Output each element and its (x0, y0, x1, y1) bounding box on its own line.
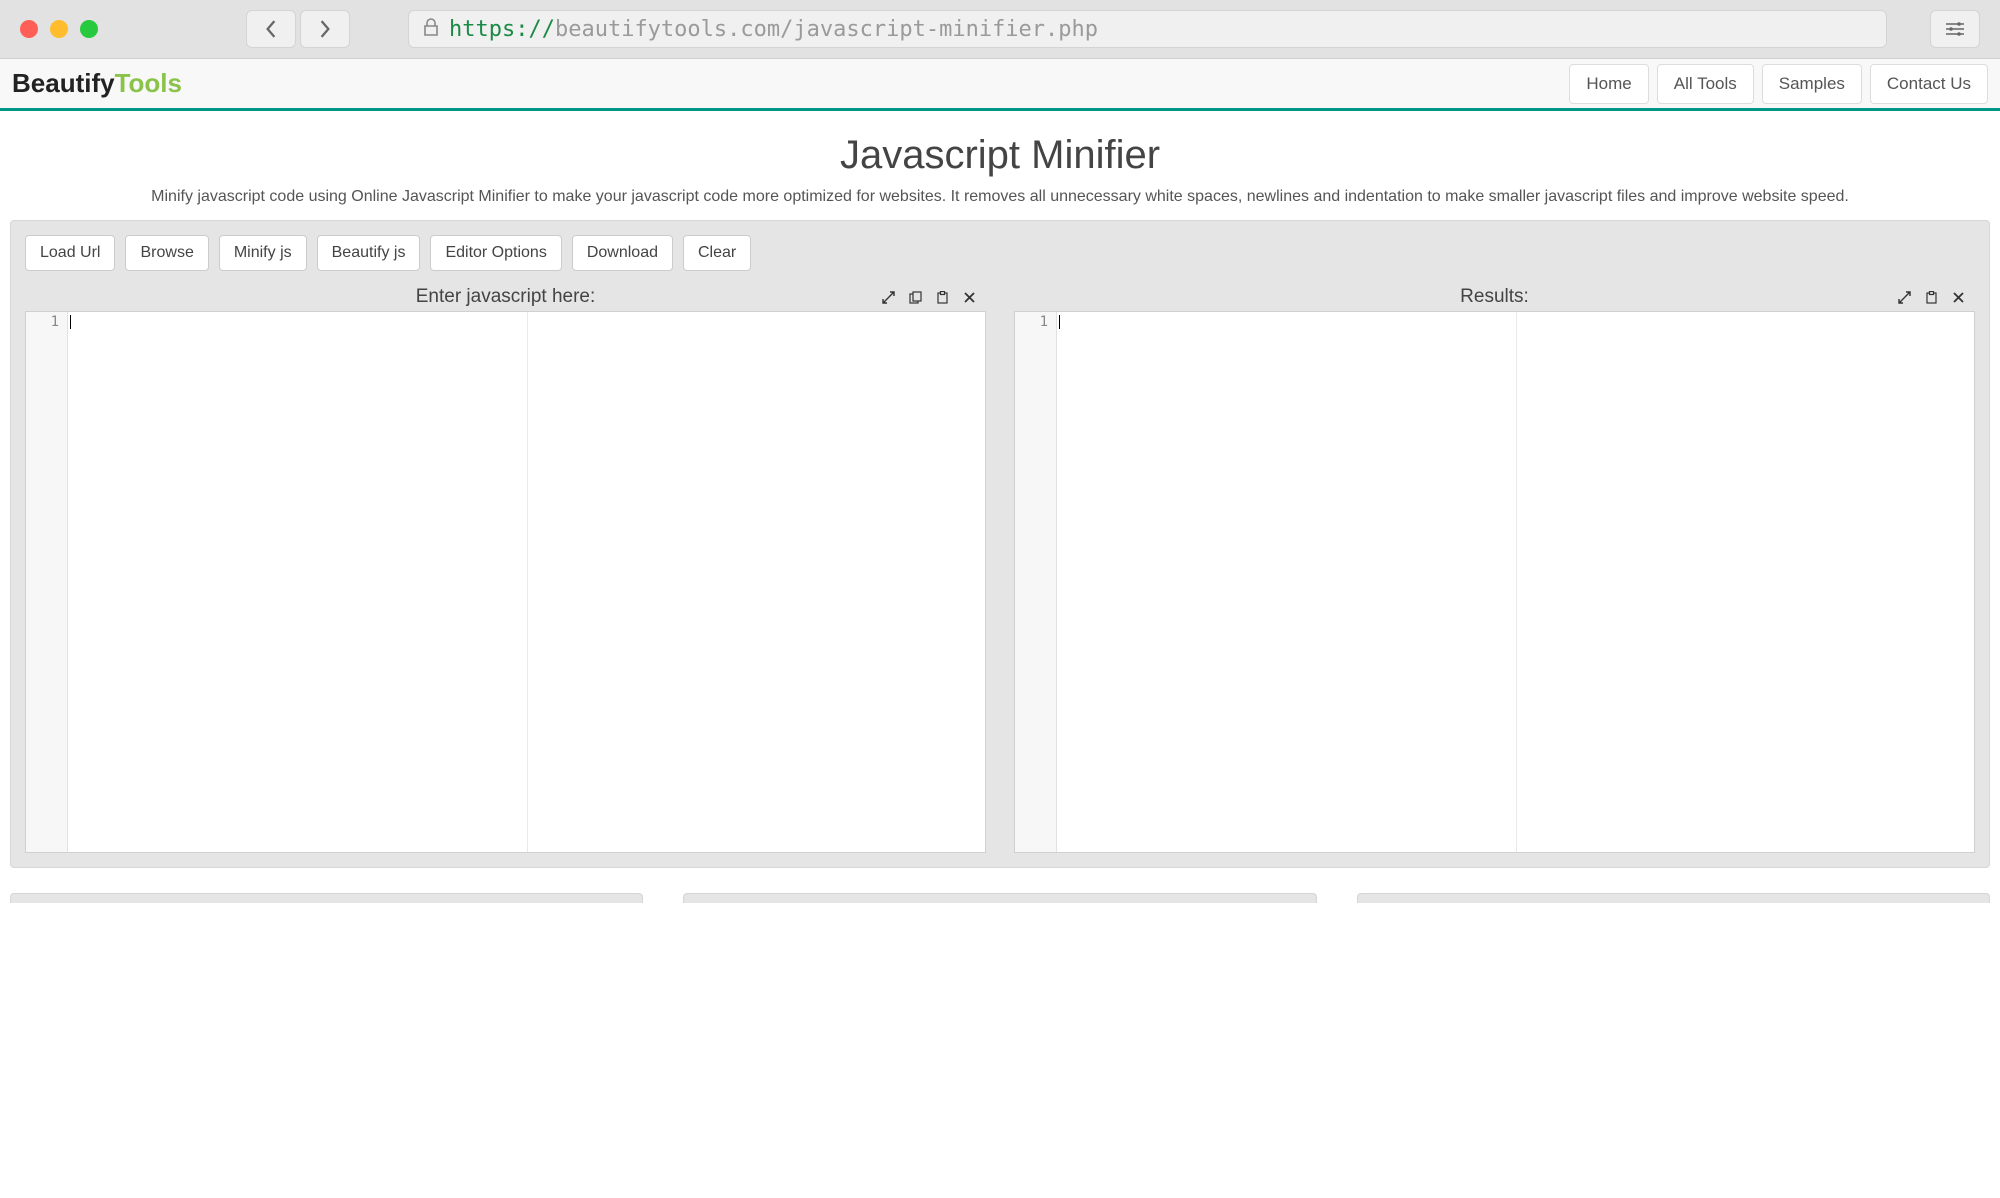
page-description: Minify javascript code using Online Java… (0, 188, 2000, 206)
output-pane: Results: 1 (1014, 283, 1975, 853)
url-text: https://beautifytools.com/javascript-min… (449, 17, 1098, 42)
line-number: 1 (26, 314, 59, 330)
url-path: /javascript-minifier.php (780, 17, 1098, 42)
input-code-area[interactable] (68, 312, 985, 852)
expand-icon[interactable] (1892, 286, 1917, 308)
input-editor[interactable]: 1 (25, 311, 986, 853)
input-pane-title: Enter javascript here: (25, 286, 986, 308)
output-pane-actions (1892, 286, 1971, 308)
paste-icon[interactable] (1919, 286, 1944, 308)
browser-chrome: https://beautifytools.com/javascript-min… (0, 0, 2000, 59)
window-minimize-button[interactable] (50, 20, 68, 38)
load-url-button[interactable]: Load Url (25, 235, 115, 271)
page-title: Javascript Minifier (0, 133, 2000, 178)
input-pane-actions (876, 286, 982, 308)
footer-stub (1357, 893, 1990, 903)
url-host: beautifytools.com (555, 17, 780, 42)
input-pane-header: Enter javascript here: (25, 283, 986, 311)
minify-button[interactable]: Minify js (219, 235, 307, 271)
line-number: 1 (1015, 314, 1048, 330)
browser-forward-button[interactable] (300, 10, 350, 48)
site-header: BeautifyTools Home All Tools Samples Con… (0, 59, 2000, 111)
site-logo[interactable]: BeautifyTools (12, 68, 182, 99)
expand-icon[interactable] (876, 286, 901, 308)
browser-menu-button[interactable] (1930, 10, 1980, 48)
header-nav: Home All Tools Samples Contact Us (1561, 64, 1988, 104)
editor-panes: Enter javascript here: (25, 283, 1975, 853)
output-code-area[interactable] (1057, 312, 1974, 852)
output-editor[interactable]: 1 (1014, 311, 1975, 853)
close-icon[interactable] (1946, 286, 1971, 308)
url-protocol: https:// (449, 17, 555, 42)
lock-icon (423, 18, 439, 41)
download-button[interactable]: Download (572, 235, 673, 271)
nav-all-tools[interactable]: All Tools (1657, 64, 1754, 104)
tool-container: Load Url Browse Minify js Beautify js Ed… (10, 220, 1990, 868)
print-margin (527, 312, 528, 852)
cursor (70, 315, 71, 329)
copy-icon[interactable] (903, 286, 928, 308)
browse-button[interactable]: Browse (125, 235, 208, 271)
nav-contact[interactable]: Contact Us (1870, 64, 1988, 104)
browser-back-button[interactable] (246, 10, 296, 48)
browser-nav-buttons (246, 10, 350, 48)
cursor (1059, 315, 1060, 329)
address-bar[interactable]: https://beautifytools.com/javascript-min… (408, 10, 1887, 48)
beautify-button[interactable]: Beautify js (317, 235, 421, 271)
window-controls (20, 20, 98, 38)
logo-part2: Tools (115, 68, 182, 98)
clear-button[interactable]: Clear (683, 235, 751, 271)
window-zoom-button[interactable] (80, 20, 98, 38)
output-pane-title: Results: (1014, 286, 1975, 308)
close-icon[interactable] (957, 286, 982, 308)
input-pane: Enter javascript here: (25, 283, 986, 853)
footer-stubs (10, 893, 1990, 903)
logo-part1: Beautify (12, 68, 115, 98)
output-pane-header: Results: (1014, 283, 1975, 311)
toolbar: Load Url Browse Minify js Beautify js Ed… (25, 235, 1975, 271)
editor-options-button[interactable]: Editor Options (430, 235, 561, 271)
nav-samples[interactable]: Samples (1762, 64, 1862, 104)
output-gutter: 1 (1015, 312, 1057, 852)
window-close-button[interactable] (20, 20, 38, 38)
footer-stub (10, 893, 643, 903)
paste-icon[interactable] (930, 286, 955, 308)
input-gutter: 1 (26, 312, 68, 852)
print-margin (1516, 312, 1517, 852)
footer-stub (683, 893, 1316, 903)
nav-home[interactable]: Home (1569, 64, 1648, 104)
